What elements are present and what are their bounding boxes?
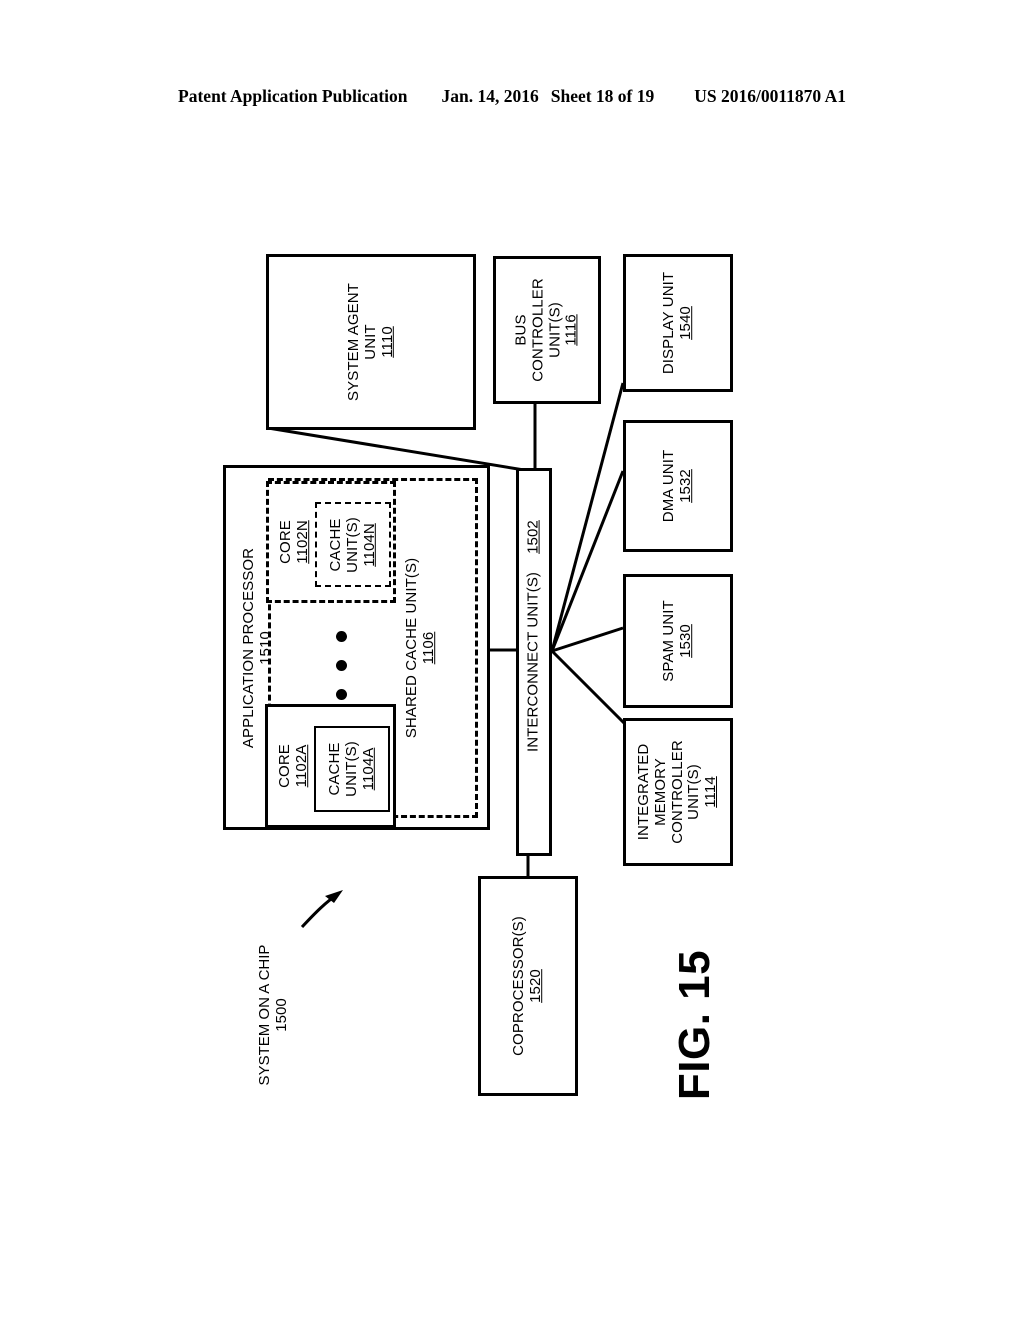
spam-unit-title: SPAM UNIT [660, 600, 678, 682]
block-cache-units-a[interactable]: CACHE UNIT(S) 1104A [314, 726, 390, 812]
imc-unit-label: INTEGRATED MEMORY CONTROLLER UNIT(S) 111… [635, 740, 720, 844]
patent-figure: SYSTEM AGENT UNIT 1110 BUS CONTROLLER UN… [0, 0, 1024, 1320]
block-cache-units-n[interactable]: CACHE UNIT(S) 1104N [315, 502, 391, 587]
interconnect-label: INTERCONNECT UNIT(S) [524, 571, 543, 753]
imc-unit-title: INTEGRATED [635, 743, 653, 841]
imc-unit-line2: MEMORY [651, 758, 669, 826]
block-coprocessors[interactable]: COPROCESSOR(S) 1520 [478, 876, 578, 1096]
connector-lines [267, 382, 639, 929]
imc-unit-line4: UNIT(S) [685, 764, 703, 820]
block-interconnect-units[interactable]: INTERCONNECT UNIT(S) 1502 [516, 468, 552, 856]
core-a-ref: 1102A [293, 744, 310, 788]
callout-system-on-a-chip: SYSTEM ON A CHIP 1500 [255, 925, 290, 1105]
cache-n-ref: 1104N [360, 522, 378, 567]
bus-controller-title: BUS [512, 314, 530, 346]
bus-controller-ref: 1116 [562, 314, 580, 346]
dma-unit-title: DMA UNIT [660, 449, 678, 523]
cache-a-label: CACHE UNIT(S) 1104A [325, 741, 377, 797]
figure-caption: FIG. 15 [640, 940, 750, 1110]
shared-cache-title: SHARED CACHE UNIT(S) [403, 557, 421, 739]
callout-arrowhead [325, 890, 343, 903]
block-display-unit[interactable]: DISPLAY UNIT 1540 [623, 254, 733, 392]
imc-unit-ref: 1114 [702, 776, 720, 808]
bus-controller-label: BUS CONTROLLER UNIT(S) 1116 [512, 278, 580, 382]
block-dma-unit[interactable]: DMA UNIT 1532 [623, 420, 733, 552]
bus-controller-line2: CONTROLLER [529, 278, 547, 382]
block-spam-unit[interactable]: SPAM UNIT 1530 [623, 574, 733, 708]
shared-cache-label: SHARED CACHE UNIT(S) 1106 [403, 557, 438, 739]
application-processor-title: APPLICATION PROCESSOR [240, 547, 258, 749]
coprocessor-title: COPROCESSOR(S) [510, 916, 528, 1056]
core-a-label: CORE 1102A [276, 744, 311, 788]
coprocessor-ref: 1520 [527, 969, 544, 1003]
interconnect-ref-wrap: 1502 [524, 520, 543, 554]
block-system-agent-unit[interactable]: SYSTEM AGENT UNIT 1110 [266, 254, 476, 430]
core-n-title: CORE [277, 520, 295, 564]
block-core-n[interactable]: CORE 1102N CACHE UNIT(S) 1104N [266, 481, 396, 603]
block-core-a[interactable]: CORE 1102A CACHE UNIT(S) 1104A [265, 704, 396, 828]
display-unit-ref: 1540 [677, 306, 694, 340]
cache-n-line2: UNIT(S) [343, 516, 361, 573]
spam-unit-label: SPAM UNIT 1530 [660, 600, 695, 682]
display-unit-label: DISPLAY UNIT 1540 [660, 271, 695, 375]
cache-n-title: CACHE [326, 517, 344, 572]
display-unit-title: DISPLAY UNIT [660, 271, 678, 375]
system-agent-label: SYSTEM AGENT UNIT 1110 [344, 283, 396, 401]
interconnect-title: INTERCONNECT UNIT(S) [524, 571, 542, 753]
interconnect-ref: 1502 [524, 520, 542, 554]
callout-arrow [300, 892, 339, 929]
cache-n-label: CACHE UNIT(S) 1104N [326, 516, 378, 573]
coprocessor-label: COPROCESSOR(S) 1520 [510, 916, 545, 1056]
shared-cache-ref: 1106 [420, 631, 437, 665]
system-agent-ref: 1110 [378, 326, 396, 358]
core-n-label: CORE 1102N [277, 520, 312, 564]
cache-a-line2: UNIT(S) [342, 741, 360, 797]
spam-unit-ref: 1530 [677, 624, 694, 658]
system-agent-title: SYSTEM AGENT [344, 283, 362, 401]
cache-a-title: CACHE [325, 742, 343, 796]
block-bus-controller-units[interactable]: BUS CONTROLLER UNIT(S) 1116 [493, 256, 601, 404]
bus-controller-line3: UNIT(S) [546, 302, 563, 358]
dma-unit-ref: 1532 [677, 469, 694, 503]
dma-unit-label: DMA UNIT 1532 [660, 449, 695, 523]
block-integrated-memory-controller-units[interactable]: INTEGRATED MEMORY CONTROLLER UNIT(S) 111… [623, 718, 733, 866]
soc-title: SYSTEM ON A CHIP [255, 944, 273, 1086]
system-agent-line2: UNIT [361, 324, 379, 360]
figure-caption-text: FIG. 15 [670, 949, 719, 1101]
imc-unit-line3: CONTROLLER [668, 740, 686, 844]
core-n-ref: 1102N [294, 520, 311, 564]
soc-ref: 1500 [273, 998, 290, 1032]
cache-a-ref: 1104A [359, 747, 377, 791]
core-a-title: CORE [276, 744, 294, 788]
